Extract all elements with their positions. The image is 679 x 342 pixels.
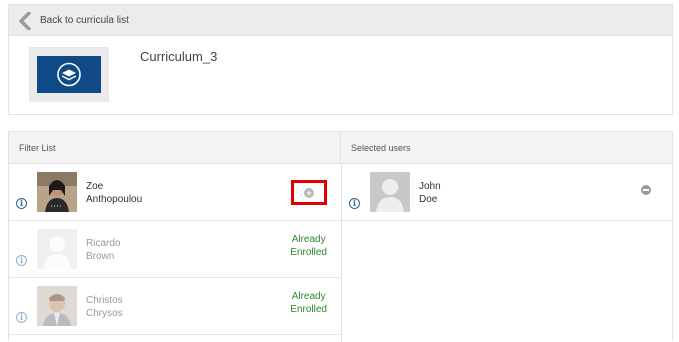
- curriculum-thumbnail: [29, 47, 109, 102]
- info-icon[interactable]: i: [349, 198, 360, 209]
- top-bar: Back to curricula list: [8, 4, 673, 36]
- user-selection-panels: Filter List Selected users i Zoe Anthopo…: [8, 131, 673, 342]
- user-last-name: Chrysos: [86, 308, 123, 319]
- plus-circle-icon: +: [304, 188, 314, 198]
- list-item: i Zoe Anthopoulou +: [9, 164, 341, 221]
- list-item: i Christos Chrysos Already Enrolled: [9, 278, 341, 335]
- user-last-name: Doe: [419, 194, 438, 205]
- avatar: [370, 172, 410, 212]
- chevron-left-icon[interactable]: [19, 12, 31, 30]
- enrolled-status: Already Enrolled: [290, 234, 327, 258]
- info-icon[interactable]: i: [16, 255, 27, 266]
- info-icon[interactable]: i: [16, 198, 27, 209]
- enrolled-status: Already Enrolled: [290, 291, 327, 315]
- user-first-name: Zoe: [86, 181, 104, 192]
- user-first-name: Christos: [86, 295, 123, 306]
- curriculum-title: Curriculum_3: [140, 49, 218, 64]
- avatar: [37, 172, 77, 212]
- curriculum-image: [37, 56, 101, 93]
- back-to-curricula-link[interactable]: Back to curricula list: [40, 15, 129, 26]
- user-last-name: Anthopoulou: [86, 194, 143, 205]
- user-first-name: Ricardo: [86, 238, 121, 249]
- avatar: [37, 229, 77, 269]
- add-user-button[interactable]: +: [291, 180, 327, 205]
- user-first-name: John: [419, 181, 441, 192]
- selected-user-item: i John Doe: [342, 164, 672, 221]
- minus-circle-icon[interactable]: [641, 185, 651, 195]
- filter-list-header: Filter List: [9, 132, 341, 164]
- list-item: i Ricardo Brown Already Enrolled: [9, 221, 341, 278]
- user-last-name: Brown: [86, 251, 115, 262]
- avatar: [37, 286, 77, 326]
- info-icon[interactable]: i: [16, 312, 27, 323]
- selected-users-header: Selected users: [341, 132, 672, 164]
- curriculum-header: Curriculum_3: [8, 36, 673, 115]
